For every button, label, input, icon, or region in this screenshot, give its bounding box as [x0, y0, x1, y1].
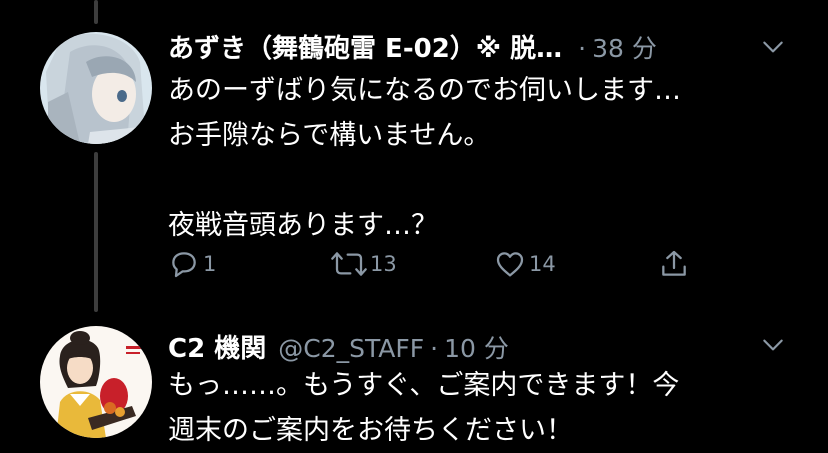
timestamp[interactable]: 10 分 — [444, 329, 509, 365]
like-button[interactable]: 14 — [494, 248, 556, 280]
like-count: 14 — [529, 252, 556, 276]
tweet-header: あずき（舞鶴砲雷 E-02）※ 脱… · 38 分 — [168, 28, 657, 65]
timestamp[interactable]: 38 分 — [592, 29, 657, 65]
retweet-icon — [331, 252, 367, 276]
tweet-actions: 1 13 14 — [168, 248, 698, 288]
avatar[interactable] — [40, 326, 152, 438]
display-name[interactable]: C2 機関 — [168, 328, 266, 365]
reply-button[interactable]: 1 — [168, 248, 216, 280]
tweet-header: C2 機関 @C2_STAFF · 10 分 — [168, 328, 509, 365]
share-button[interactable] — [658, 248, 690, 280]
like-icon — [496, 252, 524, 277]
separator-dot: · — [430, 334, 439, 363]
avatar[interactable] — [40, 32, 152, 144]
retweet-button[interactable]: 13 — [330, 248, 397, 280]
tweet-text: あのーずばり気になるのでお伺いします… お手隙ならで構いません。 夜戦音頭ありま… — [168, 75, 681, 241]
chevron-down-icon[interactable] — [760, 34, 786, 60]
reply-icon — [172, 252, 196, 278]
thread-line-bottom — [94, 152, 98, 312]
display-name[interactable]: あずき（舞鶴砲雷 E-02）※ 脱… — [168, 28, 562, 65]
chevron-down-icon[interactable] — [760, 332, 786, 358]
share-icon — [662, 250, 686, 276]
reply-count: 1 — [203, 252, 217, 276]
user-handle[interactable]: @C2_STAFF — [278, 334, 424, 363]
separator-dot: · — [578, 34, 587, 63]
tweet-text: もっ……。もうすぐ、ご案内できます！今 週末のご案内をお待ちください！ — [168, 370, 680, 446]
thread-line-top — [94, 0, 98, 24]
retweet-count: 13 — [370, 252, 397, 276]
